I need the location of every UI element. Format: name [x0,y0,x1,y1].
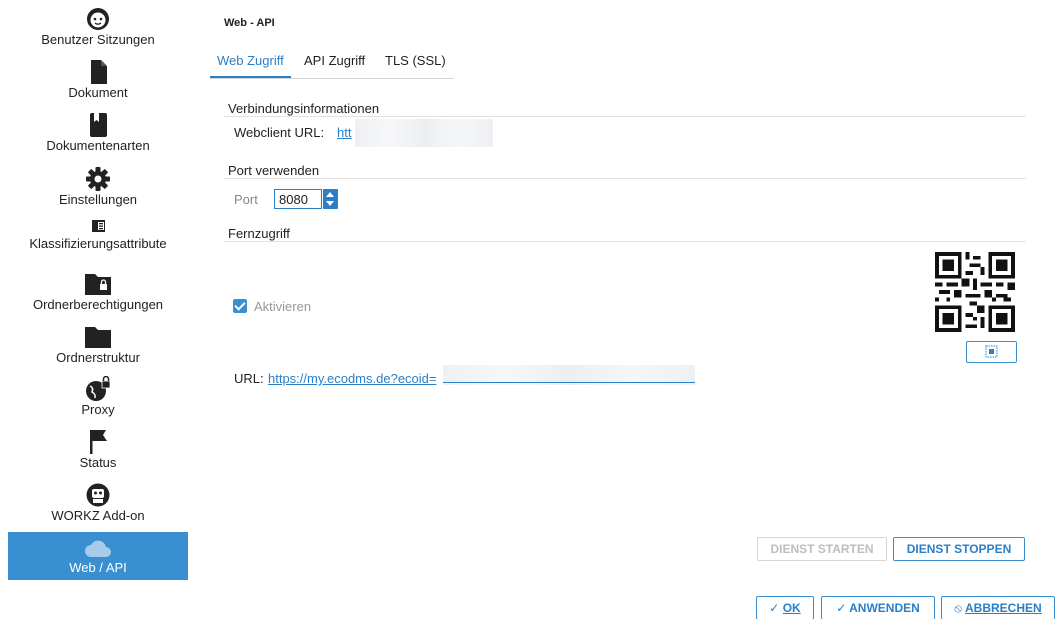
tab-api-zugriff[interactable]: API Zugriff [297,46,372,78]
tab-tls-ssl[interactable]: TLS (SSL) [378,46,453,78]
tab-bar: Web Zugriff API Zugriff TLS (SSL) [210,46,454,79]
flag-icon [83,429,113,455]
ok-label: OK [782,601,801,615]
sidebar-item-benutzer-sitzungen[interactable]: Benutzer Sitzungen [8,6,188,48]
sidebar-item-label: Dokument [68,85,128,100]
cancel-label: ABBRECHEN [965,601,1042,615]
port-input[interactable] [274,189,322,209]
port-stepper[interactable] [323,189,338,209]
stepper-down-icon[interactable] [326,201,334,206]
list-card-icon [83,218,113,236]
check-icon: ✓ [836,601,847,615]
sidebar-item-label: WORKZ Add-on [51,508,145,523]
globe-lock-icon [83,375,113,402]
face-icon [83,6,113,32]
apply-label: ANWENDEN [849,601,920,615]
sidebar-item-klassifizierungsattribute[interactable]: Klassifizierungsattribute [8,218,188,252]
sidebar-item-dokument[interactable]: Dokument [8,59,188,101]
folder-icon [83,324,113,350]
check-icon: ✓ [769,601,780,615]
section-divider [224,241,1026,242]
abbrechen-button[interactable]: ⦸ ABBRECHEN [941,596,1055,619]
robot-icon [83,482,113,508]
section-divider [224,116,1026,117]
sidebar-item-einstellungen[interactable]: Einstellungen [8,166,188,208]
sidebar: Benutzer Sitzungen Dokument Dokumentenar… [0,0,196,619]
document-icon [83,59,113,85]
sidebar-item-status[interactable]: Status [8,429,188,471]
stepper-up-icon[interactable] [326,192,334,197]
sidebar-item-workz-addon[interactable]: WORKZ Add-on [8,482,188,524]
sidebar-item-label: Ordnerstruktur [56,350,140,365]
dienst-starten-button[interactable]: DIENST STARTEN [757,537,887,561]
port-label: Port [234,192,258,207]
page-title: Web - API [224,17,275,29]
gear-icon [83,166,113,192]
ok-button[interactable]: ✓ OK [756,596,814,619]
anwenden-button[interactable]: ✓ ANWENDEN [821,596,935,619]
sidebar-item-label: Dokumentenarten [46,138,150,153]
sidebar-item-proxy[interactable]: Proxy [8,375,188,418]
qr-code-icon [985,345,998,358]
link-underline [443,382,695,383]
sidebar-item-dokumentenarten[interactable]: Dokumentenarten [8,112,188,154]
sidebar-item-label: Benutzer Sitzungen [41,32,155,47]
webclient-url-label: Webclient URL: [234,125,325,140]
cloud-icon [83,538,113,560]
sidebar-item-web-api[interactable]: Web / API [8,532,188,580]
qr-code-button[interactable] [966,341,1017,363]
bookmark-icon [83,112,113,138]
section-divider [224,178,1026,179]
activate-checkbox[interactable] [233,299,247,313]
sidebar-item-label: Proxy [81,402,115,417]
sidebar-item-label: Einstellungen [58,192,138,207]
redacted-area [355,119,493,147]
tab-web-zugriff[interactable]: Web Zugriff [210,46,291,78]
dienst-stoppen-button[interactable]: DIENST STOPPEN [893,537,1025,561]
sidebar-item-ordnerstruktur[interactable]: Ordnerstruktur [8,324,188,366]
remote-url-label: URL: [234,371,264,386]
sidebar-item-label: Web / API [69,560,127,575]
sidebar-item-label: Ordnerberechtigungen [32,297,164,312]
sidebar-item-label: Klassifizierungsattribute [29,236,167,251]
cancel-circle-icon: ⦸ [954,601,963,615]
section-title-connection: Verbindungsinformationen [228,101,380,116]
section-title-port: Port verwenden [228,163,320,178]
sidebar-item-label: Status [79,455,117,470]
webclient-url-link[interactable]: htt [337,125,351,140]
remote-url-link[interactable]: https://my.ecodms.de?ecoid= [268,371,437,386]
qr-code [935,252,1015,332]
activate-label: Aktivieren [254,299,312,314]
sidebar-item-ordnerberechtigungen[interactable]: Ordnerberechtigungen [8,271,188,313]
folder-lock-icon [83,271,113,297]
section-title-remote: Fernzugriff [228,226,290,241]
